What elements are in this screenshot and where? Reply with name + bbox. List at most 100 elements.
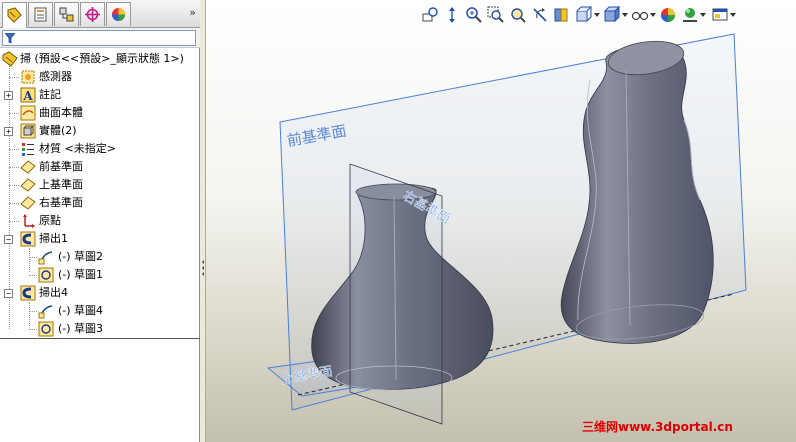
- tree-connector: [29, 311, 37, 312]
- tree-item-material[interactable]: 材質 <未指定>: [0, 140, 200, 158]
- solid-body-icon: [20, 123, 36, 139]
- tree-item-surface-bodies[interactable]: 曲面本體: [0, 104, 200, 122]
- zoom-to-fit-icon: [422, 7, 438, 22]
- display-style-icon: [603, 6, 621, 23]
- rotate-icon: [533, 8, 547, 22]
- chevron-down-icon[interactable]: [594, 13, 600, 17]
- rotate-view-button[interactable]: [530, 4, 550, 26]
- tree-connector: [29, 329, 37, 330]
- tree-item-label: 掃出4: [39, 286, 68, 299]
- tree-item-label: 材質 <未指定>: [39, 142, 116, 155]
- panel-tab-bar: »: [0, 0, 200, 28]
- tree-item-solid-bodies[interactable]: + 實體(2): [0, 122, 200, 140]
- tree-item-label: 右基準面: [39, 196, 83, 209]
- sketch-icon: [38, 303, 54, 319]
- tree-item-root[interactable]: 掃 (預設<<預設>_顯示狀態 1>): [0, 50, 200, 68]
- feature-tree: 掃 (預設<<預設>_顯示狀態 1>) 感測器 + A 註記 曲面本體 + 實體…: [0, 50, 200, 338]
- svg-text:A: A: [22, 89, 33, 103]
- tree-item-annotations[interactable]: + A 註記: [0, 86, 200, 104]
- tree-item-label: (-) 草圖2: [58, 250, 104, 263]
- panel-divider: [0, 338, 200, 339]
- tree-item-sketch3[interactable]: (-) 草圖3: [0, 320, 200, 338]
- edit-appearance-button[interactable]: [658, 4, 678, 26]
- annotation-icon: A: [20, 87, 36, 103]
- tree-item-label: (-) 草圖3: [58, 322, 104, 335]
- tree-item-sweep4[interactable]: − 掃出4: [0, 284, 200, 302]
- tree-item-sweep1[interactable]: − 掃出1: [0, 230, 200, 248]
- tree-item-label: (-) 草圖1: [58, 268, 104, 281]
- collapse-arrow-icon[interactable]: [201, 258, 205, 276]
- tree-item-sketch2[interactable]: (-) 草圖2: [0, 248, 200, 266]
- tree-connector: [29, 275, 37, 276]
- tree-connector: [29, 257, 37, 258]
- zoom-area-button[interactable]: [486, 4, 506, 26]
- section-view-icon: [554, 8, 568, 22]
- arrows-icon: [449, 7, 455, 23]
- tree-item-right-plane[interactable]: 右基準面: [0, 194, 200, 212]
- zoom-to-fit-button[interactable]: [420, 4, 440, 26]
- display-manager-icon: [112, 8, 125, 21]
- filter-input[interactable]: [2, 30, 196, 46]
- expand-toggle[interactable]: +: [4, 91, 13, 100]
- sweep-icon: [20, 231, 36, 247]
- expand-toggle[interactable]: +: [4, 127, 13, 136]
- zoom-in-icon: [466, 7, 482, 23]
- tree-connector: [9, 203, 19, 204]
- tree-connector: [9, 113, 19, 114]
- section-view-button[interactable]: [552, 4, 572, 26]
- display-style-button[interactable]: [602, 4, 622, 26]
- tree-item-label: 註記: [39, 88, 61, 101]
- graphics-viewport[interactable]: 前基準面 右基準面 上基準面: [206, 0, 796, 442]
- panel-more-button[interactable]: »: [189, 6, 196, 19]
- view-orientation-button[interactable]: [574, 4, 594, 26]
- plane-icon: [20, 159, 36, 175]
- hide-show-items-button[interactable]: [630, 4, 650, 26]
- tree-item-label: 曲面本體: [39, 106, 83, 119]
- watermark-text: 三维网www.3dportal.cn: [582, 420, 733, 434]
- tree-item-label: 原點: [39, 214, 61, 227]
- tree-item-origin[interactable]: 原點: [0, 212, 200, 230]
- collapse-toggle[interactable]: −: [4, 235, 13, 244]
- zoom-in-button[interactable]: [464, 4, 484, 26]
- surface-body-icon: [20, 105, 36, 121]
- tree-item-label: 上基準面: [39, 178, 83, 191]
- chevron-down-icon[interactable]: [700, 13, 706, 17]
- collapse-toggle[interactable]: −: [4, 289, 13, 298]
- filter-row: [0, 28, 200, 48]
- tree-item-top-plane[interactable]: 上基準面: [0, 176, 200, 194]
- zoom-selection-button[interactable]: [508, 4, 528, 26]
- chevron-down-icon[interactable]: [650, 13, 656, 17]
- property-manager-icon: [34, 7, 47, 22]
- tree-item-sketch1[interactable]: (-) 草圖1: [0, 266, 200, 284]
- tab-property-manager[interactable]: [28, 2, 53, 26]
- sketch-icon: [38, 249, 54, 265]
- previous-view-button[interactable]: [442, 4, 462, 26]
- tab-dimxpert-manager[interactable]: [80, 2, 105, 26]
- tree-item-label: 前基準面: [39, 160, 83, 173]
- tree-item-label: 感測器: [39, 70, 72, 83]
- view-settings-icon: [712, 8, 728, 21]
- tree-connector: [9, 77, 19, 78]
- tree-item-sketch4[interactable]: (-) 草圖4: [0, 302, 200, 320]
- plane-icon: [20, 195, 36, 211]
- sweep-icon: [20, 285, 36, 301]
- tree-item-label: 掃 (預設<<預設>_顯示狀態 1>): [20, 52, 184, 65]
- tree-item-label: (-) 草圖4: [58, 304, 104, 317]
- apply-scene-button[interactable]: [680, 4, 700, 26]
- tree-item-front-plane[interactable]: 前基準面: [0, 158, 200, 176]
- tab-display-manager[interactable]: [106, 2, 131, 26]
- plane-icon: [20, 177, 36, 193]
- zoom-area-icon: [487, 6, 504, 23]
- chevron-down-icon[interactable]: [622, 13, 628, 17]
- sensor-icon: [20, 69, 36, 85]
- tree-item-sensors[interactable]: 感測器: [0, 68, 200, 86]
- tab-feature-manager[interactable]: [2, 2, 27, 28]
- glasses-icon: [631, 11, 649, 21]
- chevron-down-icon[interactable]: [730, 13, 736, 17]
- feature-manager-panel: » 掃 (預設<<預設>_顯示狀態 1>) 感測器 + A 註記 曲面本體 + …: [0, 0, 200, 442]
- tab-configuration-manager[interactable]: [54, 2, 79, 26]
- sketch-icon: [38, 321, 54, 337]
- tree-connector: [9, 221, 19, 222]
- view-settings-button[interactable]: [710, 4, 730, 26]
- tree-connector: [9, 167, 19, 168]
